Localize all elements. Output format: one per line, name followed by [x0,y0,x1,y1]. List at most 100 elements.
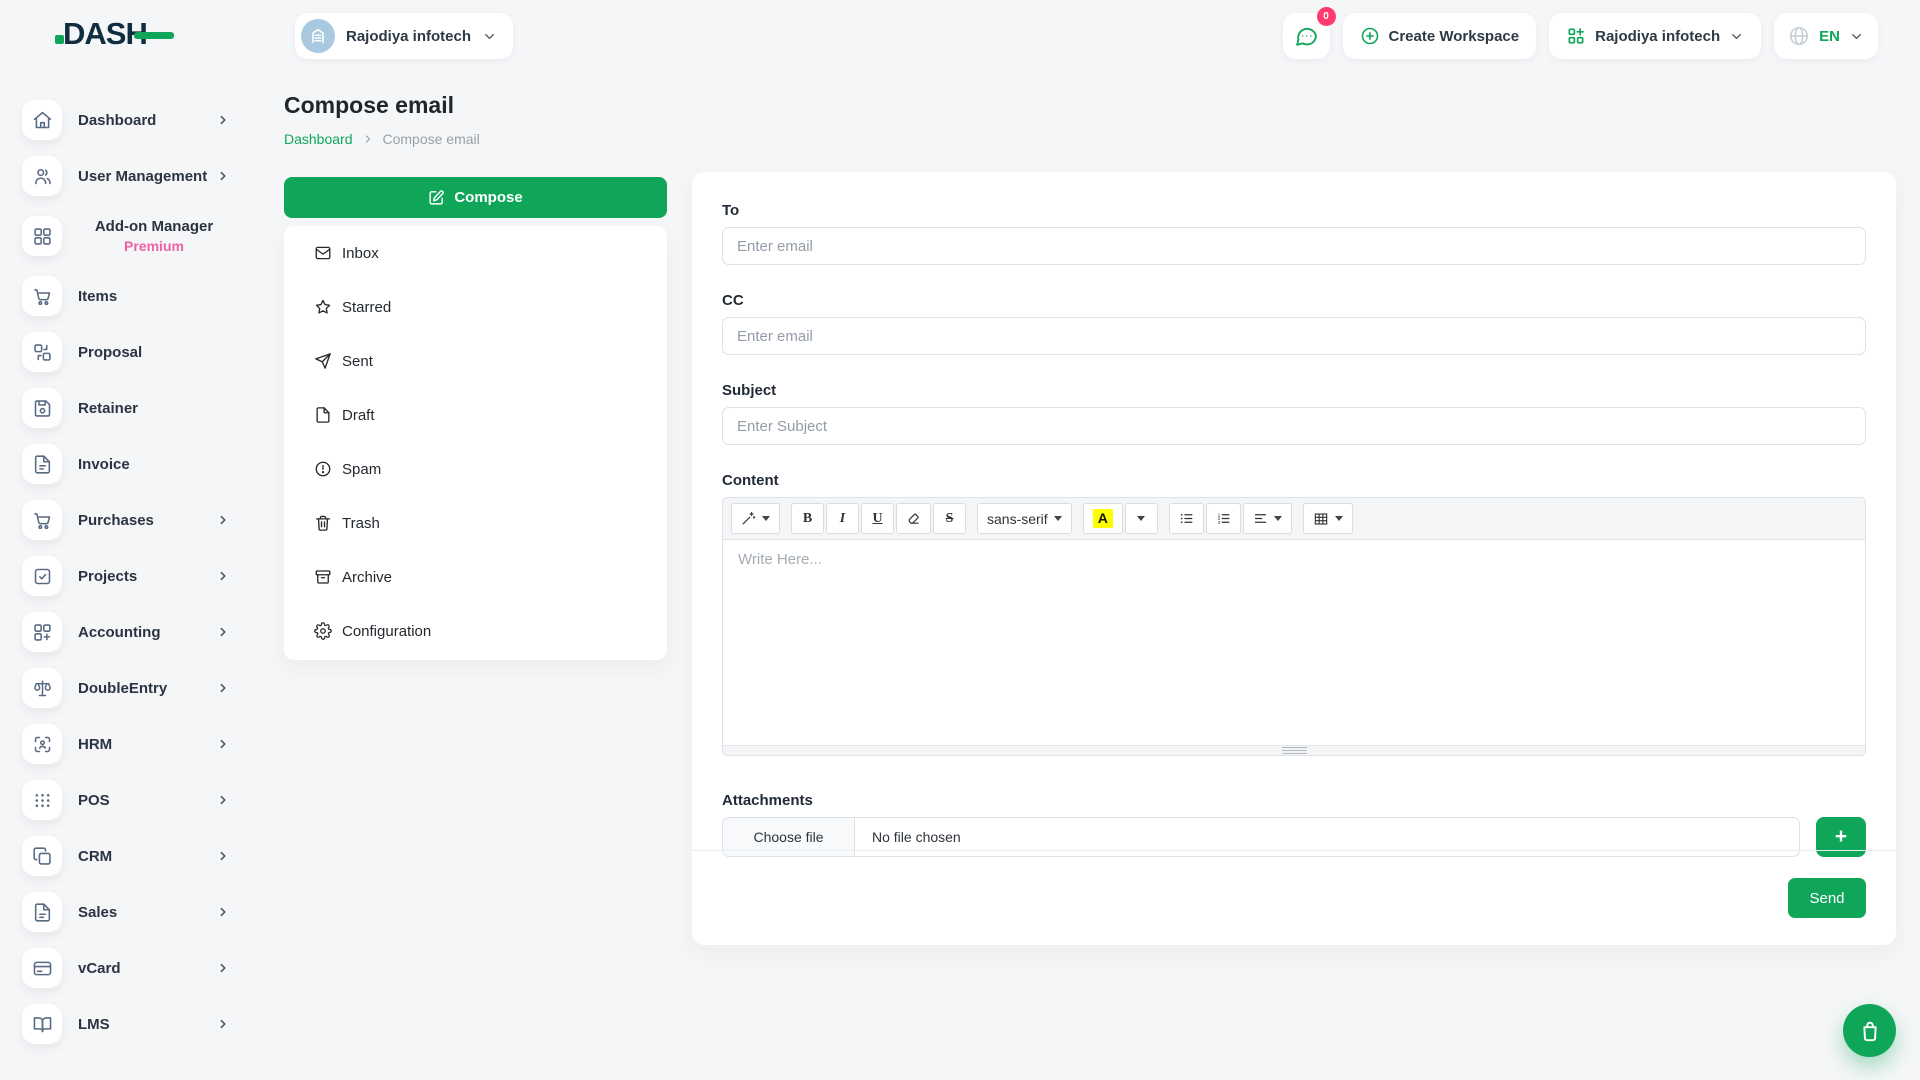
trash-icon [314,514,332,532]
ordered-list-button[interactable]: 123 [1206,503,1241,534]
create-workspace-label: Create Workspace [1389,28,1520,45]
bold-button[interactable]: B [791,503,824,534]
breadcrumb-dashboard-link[interactable]: Dashboard [284,131,353,147]
scales-icon [22,668,62,708]
create-workspace-button[interactable]: Create Workspace [1343,13,1537,59]
sidebar-item-retainer[interactable]: Retainer [22,380,230,436]
form-footer: Send [692,850,1896,945]
chevron-right-icon [216,513,230,527]
sidebar-item-vcard[interactable]: vCard [22,940,230,996]
folder-configuration[interactable]: Configuration [314,604,637,658]
sidebar-item-crm[interactable]: CRM [22,828,230,884]
chevron-right-icon [216,905,230,919]
italic-button[interactable]: I [826,503,859,534]
editor-resize-handle[interactable] [723,745,1865,755]
check-square-icon [22,556,62,596]
to-label: To [722,202,1866,219]
insert-table-dropdown[interactable] [1303,503,1353,534]
sidebar-item-addon-manager[interactable]: Add-on Manager Premium [22,204,230,268]
sidebar-item-projects[interactable]: Projects [22,548,230,604]
chevron-right-icon [216,625,230,639]
font-family-dropdown[interactable]: sans-serif [977,503,1072,534]
table-icon [1313,511,1329,527]
users-icon [22,156,62,196]
sidebar-item-user-management[interactable]: User Management [22,148,230,204]
cc-input[interactable] [722,317,1866,355]
floating-store-button[interactable] [1843,1004,1896,1057]
shopping-bag-icon [1857,1018,1883,1044]
eraser-icon [906,511,921,526]
language-selector[interactable]: EN [1774,13,1878,59]
sidebar-item-sales[interactable]: Sales [22,884,230,940]
chevron-right-icon [216,169,230,183]
shopping-cart-icon [22,500,62,540]
sidebar-item-items[interactable]: Items [22,268,230,324]
file-icon [314,406,332,424]
folder-draft[interactable]: Draft [314,388,637,442]
font-color-dropdown[interactable] [1125,503,1158,534]
editor-body[interactable]: Write Here... [723,540,1865,745]
workspace-avatar [301,19,335,53]
archive-icon [314,568,332,586]
compose-button[interactable]: Compose [284,177,667,218]
workspace-name: Rajodiya infotech [346,28,471,45]
folder-spam[interactable]: Spam [314,442,637,496]
sidebar-item-lms[interactable]: LMS [22,996,230,1052]
alert-circle-icon [314,460,332,478]
sidebar-item-hrm[interactable]: HRM [22,716,230,772]
compose-pencil-icon [428,189,445,206]
chevron-right-icon [216,961,230,975]
sidebar-item-accounting[interactable]: Accounting [22,604,230,660]
subject-input[interactable] [722,407,1866,445]
style-magic-button[interactable] [731,503,780,534]
paragraph-align-dropdown[interactable] [1243,503,1292,534]
chevron-right-icon [362,133,374,145]
sidebar-item-proposal[interactable]: Proposal [22,324,230,380]
folder-sent[interactable]: Sent [314,334,637,388]
sidebar-item-pos[interactable]: POS [22,772,230,828]
chevron-right-icon [216,681,230,695]
send-icon [314,352,332,370]
unordered-list-button[interactable] [1169,503,1204,534]
app-window: DASH Rajodiya infotech 0 Create Workspac… [0,0,1920,1080]
folder-trash[interactable]: Trash [314,496,637,550]
compose-form-card: To CC Subject Content B I [692,172,1896,945]
sidebar-item-purchases[interactable]: Purchases [22,492,230,548]
grid-icon [22,216,62,256]
font-color-button[interactable]: A [1083,503,1123,534]
chevron-right-icon [216,1017,230,1031]
scan-person-icon [22,724,62,764]
sidebar-item-dashboard[interactable]: Dashboard [22,92,230,148]
language-code: EN [1819,28,1840,45]
workspace-switcher[interactable]: Rajodiya infotech [295,13,513,59]
star-icon [314,298,332,316]
sidebar-item-invoice[interactable]: Invoice [22,436,230,492]
folder-archive[interactable]: Archive [314,550,637,604]
company-name: Rajodiya infotech [1595,28,1720,45]
clear-format-button[interactable] [896,503,931,534]
folder-starred[interactable]: Starred [314,280,637,334]
sidebar-item-doubleentry[interactable]: DoubleEntry [22,660,230,716]
logo-dash-accent [134,32,174,39]
underline-button[interactable]: U [861,503,894,534]
credit-card-icon [22,948,62,988]
file-status-text: No file chosen [872,829,961,845]
premium-badge: Premium [124,238,184,254]
strikethrough-button[interactable]: S [933,503,966,534]
chevron-down-icon [1849,29,1864,44]
to-input[interactable] [722,227,1866,265]
company-menu-button[interactable]: Rajodiya infotech [1549,13,1761,59]
main-sidebar: Dashboard User Management Add-on Manager… [0,72,256,1080]
chevron-right-icon [216,849,230,863]
dash-logo[interactable]: DASH [55,16,174,52]
subject-label: Subject [722,382,1866,399]
align-left-icon [1253,511,1268,526]
send-button[interactable]: Send [1788,878,1866,918]
numbered-list-icon: 123 [1216,511,1231,526]
breadcrumb-current: Compose email [383,131,480,147]
folder-inbox[interactable]: Inbox [314,226,637,280]
file-text-icon [22,444,62,484]
dots-grid-icon [22,780,62,820]
messages-button[interactable]: 0 [1283,13,1330,59]
book-open-icon [22,1004,62,1044]
